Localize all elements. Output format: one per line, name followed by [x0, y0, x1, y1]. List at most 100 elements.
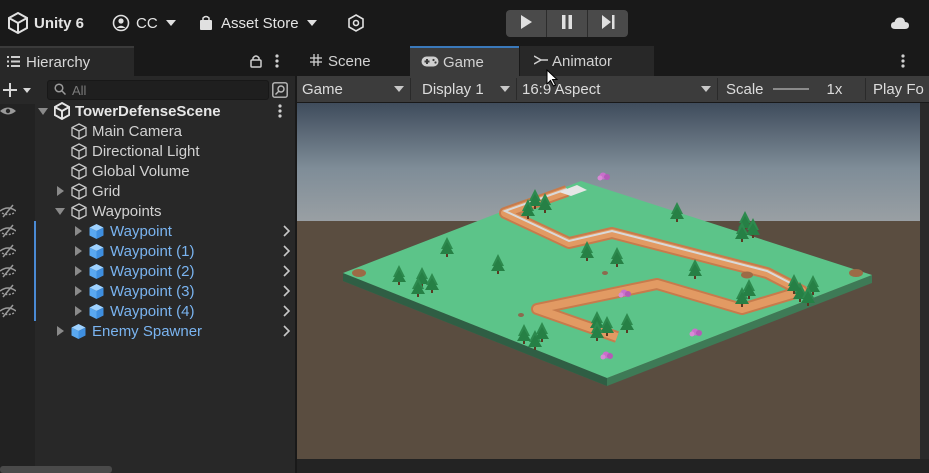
- chevron-down-icon: [394, 86, 404, 92]
- unity-version-control-button[interactable]: [347, 10, 365, 36]
- chevron-down-icon: [165, 20, 176, 26]
- viewport-right-border: [920, 103, 929, 473]
- search-icon: [54, 82, 67, 98]
- hierarchy-item-label: Waypoint (3): [110, 282, 195, 300]
- tab-scene[interactable]: Scene: [297, 46, 409, 76]
- view-tab-bar: Scene Game Animator: [297, 46, 929, 76]
- hierarchy-item-waypoint-2[interactable]: Waypoint (2): [0, 261, 295, 281]
- step-button[interactable]: [588, 10, 628, 37]
- aspect-label: 16:9 Aspect: [522, 80, 601, 98]
- search-placeholder: All: [72, 82, 87, 98]
- hierarchy-item-grid[interactable]: Grid: [0, 181, 295, 201]
- game-mode-dropdown[interactable]: Game: [297, 78, 411, 100]
- asset-store-dropdown[interactable]: Asset Store: [199, 10, 317, 36]
- hierarchy-item-label: Directional Light: [92, 142, 200, 160]
- search-by-type-icon[interactable]: [272, 82, 288, 101]
- chevron-right-icon[interactable]: [283, 281, 291, 301]
- chevron-right-icon[interactable]: [283, 321, 291, 341]
- chevron-right-icon[interactable]: [283, 301, 291, 321]
- hierarchy-item-waypoint-4[interactable]: Waypoint (4): [0, 301, 295, 321]
- chevron-right-icon[interactable]: [283, 261, 291, 281]
- animator-icon: [533, 53, 548, 70]
- scale-slider-track[interactable]: [772, 88, 809, 90]
- scene-name: TowerDefenseScene: [75, 102, 221, 120]
- account-label: CC: [136, 14, 158, 32]
- hierarchy-item-enemy-spawner[interactable]: Enemy Spawner: [0, 321, 295, 341]
- hierarchy-item-waypoint-3[interactable]: Waypoint (3): [0, 281, 295, 301]
- hierarchy-item-global-volume[interactable]: Global Volume: [0, 161, 295, 181]
- pause-button[interactable]: [547, 10, 588, 37]
- hierarchy-item-waypoint-1[interactable]: Waypoint (1): [0, 241, 295, 261]
- viewport-bottom-border: [297, 459, 929, 473]
- expand-arrow-icon[interactable]: [75, 246, 82, 256]
- hierarchy-item-directional-light[interactable]: Directional Light: [0, 141, 295, 161]
- hierarchy-item-label: Waypoint (4): [110, 302, 195, 320]
- play-button[interactable]: [506, 10, 547, 37]
- hierarchy-item-waypoint[interactable]: Waypoint: [0, 221, 295, 241]
- scale-label: Scale: [726, 80, 764, 98]
- display-dropdown[interactable]: Display 1: [411, 78, 517, 100]
- more-options-icon[interactable]: [275, 54, 279, 71]
- unity-menu[interactable]: Unity 6: [8, 10, 84, 36]
- account-dropdown[interactable]: CC: [112, 10, 176, 36]
- collapse-arrow-icon[interactable]: [38, 108, 48, 115]
- hierarchy-horizontal-scrollbar[interactable]: [0, 466, 112, 473]
- visibility-eye-icon[interactable]: [0, 104, 16, 118]
- game-render: [297, 103, 920, 459]
- hidden-eye-icon[interactable]: [0, 284, 17, 298]
- expand-arrow-icon[interactable]: [75, 266, 82, 276]
- chevron-down-icon: [701, 86, 711, 92]
- hidden-eye-icon[interactable]: [0, 304, 17, 318]
- prefab-override-bar: [34, 281, 36, 301]
- hierarchy-item-main-camera[interactable]: Main Camera: [0, 121, 295, 141]
- hierarchy-search-input[interactable]: All: [47, 80, 269, 100]
- hierarchy-item-label: Waypoint: [110, 222, 172, 240]
- tab-hierarchy-label: Hierarchy: [26, 53, 91, 71]
- cloud-icon: [890, 16, 910, 30]
- chevron-right-icon[interactable]: [283, 241, 291, 261]
- hidden-eye-icon[interactable]: [0, 244, 17, 258]
- tab-game[interactable]: Game: [410, 46, 519, 76]
- tab-hierarchy[interactable]: Hierarchy: [0, 46, 134, 76]
- game-mode-label: Game: [302, 80, 343, 98]
- scene-row[interactable]: TowerDefenseScene: [0, 101, 295, 121]
- hierarchy-item-waypoints[interactable]: Waypoints: [0, 201, 295, 221]
- tab-scene-label: Scene: [328, 52, 371, 70]
- hierarchy-item-label: Enemy Spawner: [92, 322, 203, 340]
- chevron-down-icon: [500, 86, 510, 92]
- more-options-icon[interactable]: [901, 54, 905, 71]
- game-view-control-bar: Game Display 1 16:9 Aspect Scale 1x Play…: [297, 76, 929, 102]
- play-focused-dropdown[interactable]: Play Fo: [866, 78, 929, 100]
- prefab-override-bar: [34, 301, 36, 321]
- version-control-icon: [347, 14, 365, 32]
- expand-arrow-icon[interactable]: [75, 226, 82, 236]
- hierarchy-search-row: All: [0, 76, 295, 104]
- unity-logo-icon: [8, 12, 28, 34]
- expand-arrow-icon[interactable]: [57, 326, 64, 336]
- hierarchy-panel: Hierarchy All TowerDefenseScene Main Cam…: [0, 46, 295, 473]
- chevron-right-icon[interactable]: [283, 221, 291, 241]
- more-options-icon[interactable]: [278, 104, 282, 122]
- chevron-down-icon: [306, 20, 317, 26]
- expand-arrow-icon[interactable]: [75, 286, 82, 296]
- scale-slider[interactable]: Scale 1x: [718, 78, 866, 100]
- hierarchy-item-label: Grid: [92, 182, 121, 200]
- cloud-button[interactable]: [890, 10, 910, 36]
- lock-icon[interactable]: [250, 54, 262, 71]
- hierarchy-item-label: Waypoint (1): [110, 242, 195, 260]
- tab-animator-label: Animator: [552, 52, 613, 70]
- app-title: Unity 6: [34, 14, 85, 32]
- hierarchy-tab-bar: Hierarchy: [0, 46, 295, 76]
- add-object-button[interactable]: [3, 82, 33, 101]
- prefab-override-bar: [34, 221, 36, 241]
- expand-arrow-icon[interactable]: [75, 306, 82, 316]
- tab-animator[interactable]: Animator: [520, 46, 654, 76]
- expand-arrow-icon[interactable]: [57, 186, 64, 196]
- collapse-arrow-icon[interactable]: [55, 208, 65, 215]
- grid-icon: [310, 53, 322, 70]
- hidden-eye-icon[interactable]: [0, 224, 17, 238]
- hidden-eye-icon[interactable]: [0, 204, 17, 218]
- game-viewport[interactable]: [297, 103, 920, 459]
- hidden-eye-icon[interactable]: [0, 264, 17, 278]
- pause-icon: [561, 15, 573, 32]
